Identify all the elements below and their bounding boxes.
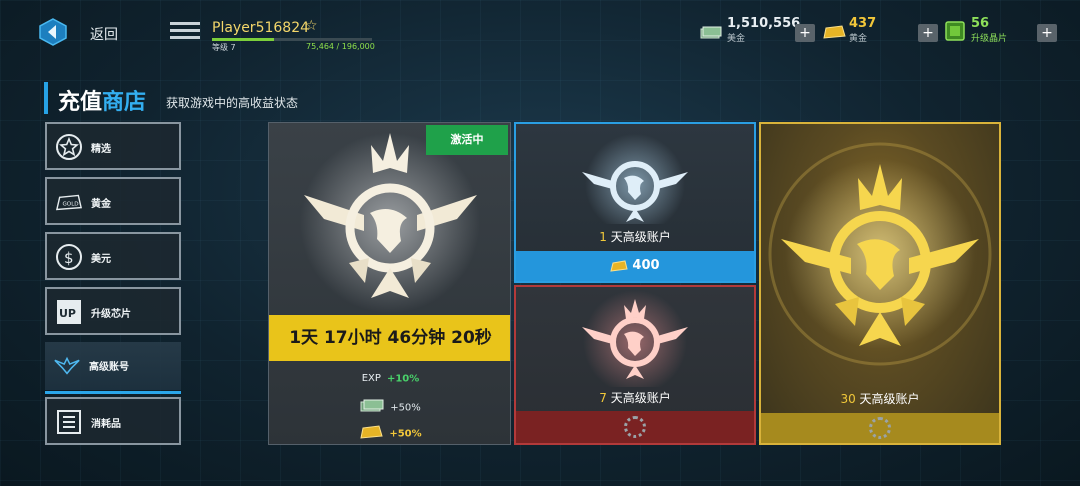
page-subtitle: 获取游戏中的高收益状态 — [166, 96, 299, 110]
cash-icon — [700, 26, 722, 39]
sidebar-item-label: 黄金 — [91, 199, 111, 210]
price-value: 400 — [632, 258, 660, 273]
premium-emblem-gold-icon — [768, 142, 992, 366]
sidebar-item-featured[interactable]: 精选 — [45, 122, 181, 170]
premium-7day-label: 7 天高级账户 — [599, 391, 671, 405]
sidebar-item-upgrade-chips[interactable]: UP 升级芯片 — [45, 287, 181, 335]
gold-bar-icon — [610, 259, 629, 272]
premium-30day-card[interactable]: 30 天高级账户 — [759, 122, 1001, 445]
add-gold-button[interactable]: + — [918, 24, 938, 42]
loading-spinner-icon — [869, 417, 891, 439]
svg-text:GOLD: GOLD — [62, 202, 78, 208]
premium-emblem-blue-icon — [582, 134, 688, 224]
sidebar-item-gold[interactable]: GOLD 黄金 — [45, 177, 181, 225]
cash-label: 美金 — [727, 34, 746, 44]
sidebar-item-dollar[interactable]: $ 美元 — [45, 232, 181, 280]
back-arrow-icon — [39, 18, 67, 46]
svg-text:$: $ — [64, 249, 74, 267]
exp-icon: EXP — [361, 373, 381, 384]
buy-7day-button[interactable] — [516, 411, 754, 443]
level-progress-bar — [212, 38, 372, 41]
active-status-badge: 激活中 — [426, 125, 508, 155]
star-icon: ☆ — [305, 18, 318, 34]
chip-value: 56 — [971, 16, 990, 31]
sidebar-item-label: 精选 — [91, 144, 111, 155]
consumable-icon — [55, 408, 83, 436]
premium-30day-label: 30 天高级账户 — [840, 392, 920, 406]
back-button[interactable] — [38, 17, 68, 47]
premium-eagle-icon — [53, 351, 81, 379]
level-label: 等级 7 — [212, 43, 236, 52]
sidebar-item-label: 美元 — [91, 254, 111, 265]
premium-1day-card[interactable]: 1 天高级账户 400 — [514, 122, 756, 283]
page-title: 充值商店 — [58, 90, 147, 115]
loading-spinner-icon — [624, 416, 646, 438]
gold-bar-icon — [823, 25, 846, 39]
sidebar-item-consumables[interactable]: 消耗品 — [45, 397, 181, 445]
sidebar-item-label: 消耗品 — [91, 419, 121, 430]
premium-1day-label: 1 天高级账户 — [599, 230, 671, 244]
gold-bonus: +50% — [269, 425, 510, 442]
sidebar-item-label: 高级账号 — [89, 362, 129, 373]
cash-value: 1,510,556 — [727, 16, 801, 31]
gold-label: 黄金 — [849, 34, 868, 44]
buy-1day-button[interactable]: 400 — [516, 251, 754, 281]
title-accent-bar — [44, 82, 48, 114]
add-cash-button[interactable]: + — [795, 24, 815, 42]
sidebar-item-premium[interactable]: 高级账号 — [45, 342, 181, 394]
up-chip-icon: UP — [55, 298, 83, 326]
exp-bonus: EXP +10% — [361, 373, 420, 385]
gold-value: 437 — [849, 16, 877, 31]
sidebar-item-label: 升级芯片 — [91, 309, 131, 320]
upgrade-chip-icon — [945, 21, 965, 41]
premium-7day-card[interactable]: 7 天高级账户 — [514, 285, 756, 445]
gold-bar-icon — [359, 425, 383, 442]
active-premium-card: 激活中 1天 17小时 46分钟 20秒 EXP +10% +50% +50% — [268, 122, 511, 445]
menu-icon[interactable] — [170, 22, 200, 42]
level-xp: 75,464 / 196,000 — [306, 42, 375, 51]
star-badge-icon — [55, 133, 83, 161]
add-chip-button[interactable]: + — [1037, 24, 1057, 42]
player-name: Player516824 — [212, 20, 310, 36]
premium-timer: 1天 17小时 46分钟 20秒 — [269, 315, 510, 361]
cash-icon — [360, 399, 384, 416]
top-bar: 返回 Player516824 ☆ 等级 7 75,464 / 196,000 … — [0, 0, 1080, 62]
premium-emblem-red-icon — [582, 290, 688, 387]
dollar-icon: $ — [55, 243, 83, 271]
buy-30day-button[interactable] — [761, 413, 999, 443]
gold-icon: GOLD — [55, 188, 83, 216]
chip-label: 升级晶片 — [971, 34, 1008, 44]
svg-text:UP: UP — [59, 307, 76, 320]
active-indicator — [45, 391, 181, 394]
back-label[interactable]: 返回 — [90, 24, 118, 44]
cash-bonus: +50% — [269, 399, 510, 416]
